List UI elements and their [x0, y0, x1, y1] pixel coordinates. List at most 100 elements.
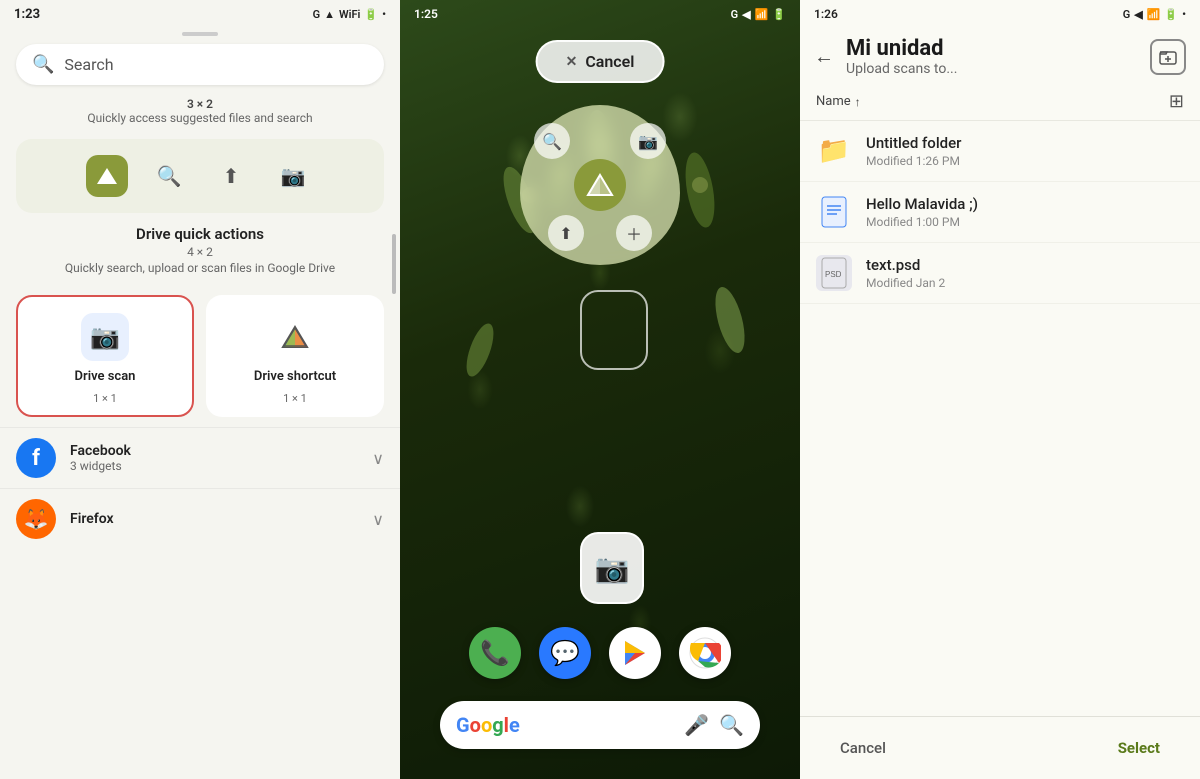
dock-chrome-icon[interactable]: [679, 627, 731, 679]
file-item-doc[interactable]: Hello Malavida ;) Modified 1:00 PM: [800, 182, 1200, 243]
quick-actions-info: Drive quick actions 4 × 2 Quickly search…: [0, 225, 400, 285]
drive-triangle-icon: [95, 166, 119, 186]
firefox-icon: 🦊: [16, 499, 56, 539]
play-store-icon: [620, 638, 650, 668]
psd-file-icon: PSD: [820, 257, 848, 289]
footer-actions: Cancel Select: [800, 716, 1200, 779]
file-list: 📁 Untitled folder Modified 1:26 PM Hello…: [800, 121, 1200, 716]
radial-upload-icon[interactable]: ⬆: [548, 215, 584, 251]
svg-text:PSD: PSD: [825, 270, 842, 279]
widget-options: 📷 Drive scan 1 × 1 Drive shortcut: [0, 285, 400, 427]
status-bar-3: 1:26 G ◀ 📶 🔋 •: [800, 0, 1200, 28]
file-item-psd[interactable]: PSD text.psd Modified Jan 2: [800, 243, 1200, 304]
grid-desc: Quickly access suggested files and searc…: [0, 111, 400, 125]
mic-icon[interactable]: 🎤: [684, 713, 709, 737]
page-title: Mi unidad: [846, 36, 1138, 61]
cancel-button-footer[interactable]: Cancel: [824, 731, 902, 765]
new-folder-icon: [1159, 48, 1177, 66]
doc-name: Hello Malavida ;): [866, 195, 1184, 213]
drive-icon-preview: [86, 155, 128, 197]
google-search-bar[interactable]: Google 🎤 🔍: [440, 701, 760, 749]
search-icon-preview: 🔍: [148, 155, 190, 197]
psd-info: text.psd Modified Jan 2: [866, 256, 1184, 290]
widget-option-scan[interactable]: 📷 Drive scan 1 × 1: [16, 295, 194, 417]
select-button[interactable]: Select: [1102, 731, 1176, 765]
folder-name: Untitled folder: [866, 134, 1184, 152]
shortcut-widget-icon: [271, 313, 319, 361]
title-block: Mi unidad Upload scans to...: [846, 36, 1138, 77]
g-icon-3: G: [1123, 8, 1131, 21]
status-bar-1: 1:23 G ▲ WiFi 🔋 •: [0, 0, 400, 28]
cancel-label: Cancel: [585, 52, 634, 71]
facebook-chevron: ∨: [372, 449, 384, 468]
facebook-widgets: 3 widgets: [70, 459, 358, 473]
new-folder-button[interactable]: [1150, 39, 1186, 75]
psd-date: Modified Jan 2: [866, 276, 1184, 290]
sort-by-name[interactable]: Name ↑: [816, 94, 861, 109]
dock-phone-icon[interactable]: 📞: [469, 627, 521, 679]
time-1: 1:23: [14, 7, 40, 22]
widget-option-shortcut[interactable]: Drive shortcut 1 × 1: [206, 295, 384, 417]
radial-menu: 🔍 📷 ⬆ ＋: [520, 105, 680, 265]
status-bar-2: 1:25 G ◀ 📶 🔋: [400, 0, 800, 28]
folder-icon: 📁: [816, 133, 852, 169]
drive-shortcut-triangle: [281, 325, 309, 349]
qa-desc: Quickly search, upload or scan files in …: [20, 261, 380, 275]
folder-info: Untitled folder Modified 1:26 PM: [866, 134, 1184, 168]
g-icon-1: G: [313, 8, 321, 21]
grid-view-icon[interactable]: ⊞: [1169, 91, 1184, 112]
radial-search-icon[interactable]: 🔍: [534, 123, 570, 159]
scan-widget-label: Drive scan: [75, 369, 136, 384]
search-bar[interactable]: 🔍 Search: [16, 44, 384, 85]
cancel-x-icon: ✕: [566, 54, 578, 70]
dock-play-icon[interactable]: [609, 627, 661, 679]
sort-label: Name: [816, 94, 851, 109]
dot-icon-3: •: [1182, 8, 1186, 21]
document-icon: [820, 196, 848, 228]
facebook-icon: f: [16, 438, 56, 478]
grid-info: 3 × 2 Quickly access suggested files and…: [0, 97, 400, 125]
wifi-icon-1: WiFi: [339, 8, 360, 21]
panel-drive-upload: 1:26 G ◀ 📶 🔋 • ← Mi unidad Upload scans …: [800, 0, 1200, 779]
dot-icon-1: •: [382, 8, 386, 21]
dock-messages-icon[interactable]: 💬: [539, 627, 591, 679]
lens-icon[interactable]: 🔍: [719, 713, 744, 737]
psd-name: text.psd: [866, 256, 1184, 274]
google-logo: Google: [456, 713, 520, 737]
signal-icon-3: ◀: [1134, 8, 1142, 21]
battery-icon-2: 🔋: [772, 8, 786, 21]
file-item-folder[interactable]: 📁 Untitled folder Modified 1:26 PM: [800, 121, 1200, 182]
floating-camera-btn[interactable]: 📷: [580, 532, 644, 604]
signal-icon-2: ◀: [742, 8, 750, 21]
drive-logo-icon: [586, 173, 614, 197]
wifi-icon-2: 📶: [755, 8, 769, 21]
app-item-facebook[interactable]: f Facebook 3 widgets ∨: [0, 427, 400, 488]
firefox-name: Firefox: [70, 511, 358, 527]
back-button[interactable]: ←: [814, 44, 834, 69]
cancel-button[interactable]: ✕ Cancel: [536, 40, 665, 83]
radial-drive-btn[interactable]: [574, 159, 626, 211]
drag-handle[interactable]: [182, 32, 218, 36]
folder-date: Modified 1:26 PM: [866, 154, 1184, 168]
page-subtitle: Upload scans to...: [846, 61, 1138, 77]
scan-widget-size: 1 × 1: [93, 392, 117, 405]
radial-camera-icon[interactable]: 📷: [630, 123, 666, 159]
time-2: 1:25: [414, 7, 438, 21]
panel-homescreen: 1:25 G ◀ 📶 🔋 ✕ Cancel 🔍 📷 ⬆ ＋ 📷 📞 💬: [400, 0, 800, 779]
firefox-info: Firefox: [70, 511, 358, 527]
facebook-info: Facebook 3 widgets: [70, 443, 358, 473]
home-dock: 📞 💬: [469, 627, 731, 679]
search-placeholder: Search: [64, 55, 368, 74]
psd-icon: PSD: [816, 255, 852, 291]
app-item-firefox[interactable]: 🦊 Firefox ∨: [0, 488, 400, 549]
status-icons-3: G ◀ 📶 🔋 •: [1123, 8, 1186, 21]
grid-size: 3 × 2: [0, 97, 400, 111]
doc-info: Hello Malavida ;) Modified 1:00 PM: [866, 195, 1184, 229]
radial-plus-icon[interactable]: ＋: [616, 215, 652, 251]
signal-icon-1: ▲: [324, 8, 335, 21]
status-icons-1: G ▲ WiFi 🔋 •: [313, 8, 386, 21]
search-icon: 🔍: [32, 54, 54, 75]
scroll-indicator: [392, 234, 396, 294]
facebook-name: Facebook: [70, 443, 358, 459]
scan-widget-icon: 📷: [81, 313, 129, 361]
